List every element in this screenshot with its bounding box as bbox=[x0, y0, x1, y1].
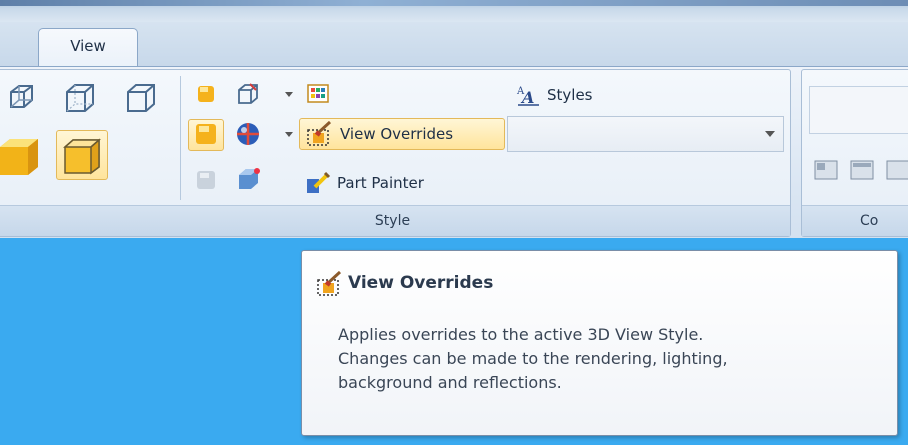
floor-reflection-icon[interactable] bbox=[194, 168, 218, 192]
shaded-view-icon[interactable] bbox=[0, 135, 40, 179]
shaded-with-edges-button[interactable] bbox=[56, 130, 108, 180]
perspective-icon[interactable] bbox=[236, 166, 262, 192]
view-style-dropdown[interactable] bbox=[507, 116, 784, 152]
tooltip-line: background and reflections. bbox=[338, 373, 562, 392]
right-group-label: Co bbox=[802, 205, 908, 236]
edit-view-style-icon[interactable] bbox=[236, 82, 260, 106]
view-overrides-label: View Overrides bbox=[340, 125, 454, 143]
chevron-down-icon bbox=[765, 131, 775, 137]
svg-text:A: A bbox=[520, 88, 534, 107]
view-overrides-button[interactable]: View Overrides bbox=[299, 118, 505, 150]
style-group: Style bbox=[0, 69, 791, 237]
window-layout-icon[interactable] bbox=[812, 157, 840, 183]
shaded-with-edges-icon bbox=[63, 138, 101, 175]
part-painter-label: Part Painter bbox=[337, 174, 424, 192]
edit-view-style-dropdown-icon[interactable] bbox=[285, 92, 293, 97]
render-mode-button[interactable] bbox=[188, 119, 224, 151]
part-painter-icon bbox=[307, 171, 331, 193]
ribbon-separator bbox=[180, 76, 181, 200]
lighting-dropdown-icon[interactable] bbox=[285, 132, 293, 137]
tooltip-line: Applies overrides to the active 3D View … bbox=[338, 325, 704, 344]
window-extra-icon[interactable] bbox=[884, 157, 908, 183]
styles-button[interactable]: A A Styles bbox=[515, 82, 593, 108]
tooltip-description: Applies overrides to the active 3D View … bbox=[338, 323, 878, 395]
shaded-part-icon[interactable] bbox=[194, 82, 218, 106]
hidden-edges-view-icon[interactable] bbox=[63, 82, 97, 114]
view-overrides-icon bbox=[307, 121, 332, 146]
styles-icon: A A bbox=[516, 86, 539, 107]
tab-view[interactable]: View bbox=[38, 28, 138, 68]
sphere-lighting-icon[interactable] bbox=[234, 120, 262, 148]
tooltip-line: Changes can be made to the rendering, li… bbox=[338, 349, 728, 368]
ribbon-tab-row: View bbox=[0, 22, 908, 68]
right-group-input[interactable] bbox=[809, 86, 908, 134]
view-overrides-tooltip-icon bbox=[317, 271, 342, 296]
title-bar-strip bbox=[0, 0, 908, 22]
styles-label: Styles bbox=[547, 86, 593, 104]
style-group-label: Style bbox=[0, 205, 790, 236]
tooltip-title: View Overrides bbox=[348, 273, 494, 293]
view-overrides-tooltip: View Overrides Applies overrides to the … bbox=[301, 250, 898, 436]
visible-edges-view-icon[interactable] bbox=[124, 82, 158, 114]
render-mode-icon bbox=[196, 124, 216, 144]
window-split-icon[interactable] bbox=[848, 157, 876, 183]
wireframe-view-icon[interactable] bbox=[6, 82, 36, 112]
styles-gallery-icon[interactable] bbox=[306, 82, 330, 106]
part-painter-button[interactable]: Part Painter bbox=[305, 170, 424, 196]
